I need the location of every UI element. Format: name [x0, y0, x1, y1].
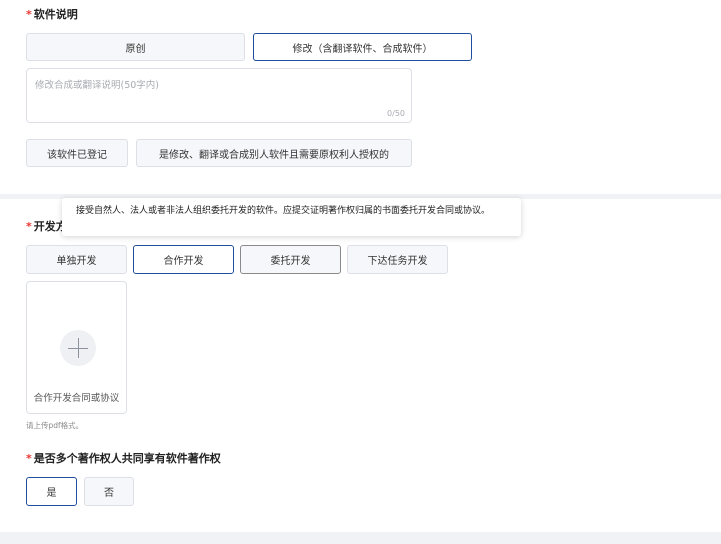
option-modified[interactable]: 修改（含翻译软件、合成软件） [253, 33, 472, 61]
shared-copyright-label: * 是否多个著作权人共同享有软件著作权 [26, 452, 221, 465]
required-mark: * [26, 452, 32, 465]
modification-description-textarea[interactable]: 修改合成或翻译说明(50字内) 0/50 [26, 68, 412, 123]
software-description-label: * 软件说明 [26, 8, 78, 21]
option-commissioned-development[interactable]: 委托开发 [240, 245, 341, 274]
required-mark: * [26, 8, 32, 21]
contract-upload-box[interactable]: 合作开发合同或协议 [26, 281, 127, 414]
development-method-label: * 开发方 [26, 220, 67, 233]
plus-icon[interactable] [60, 330, 96, 366]
commissioned-development-tooltip: 接受自然人、法人或者非法人组织委托开发的软件。应提交证明著作权归属的书面委托开发… [62, 198, 521, 236]
option-assigned-task-development[interactable]: 下达任务开发 [347, 245, 448, 274]
software-description-card: * 软件说明 原创 修改（含翻译软件、合成软件） 修改合成或翻译说明(50字内) … [0, 0, 721, 194]
option-no[interactable]: 否 [84, 477, 134, 506]
char-counter: 0/50 [387, 109, 405, 118]
option-yes[interactable]: 是 [26, 477, 77, 506]
option-cooperative-development[interactable]: 合作开发 [133, 245, 234, 274]
required-mark: * [26, 220, 32, 233]
option-independent-development[interactable]: 单独开发 [26, 245, 127, 274]
option-needs-authorization[interactable]: 是修改、翻译或合成别人软件且需要原权利人授权的 [136, 139, 412, 167]
upload-format-hint: 请上传pdf格式。 [26, 421, 84, 430]
textarea-placeholder: 修改合成或翻译说明(50字内) [35, 80, 160, 91]
option-original[interactable]: 原创 [26, 33, 245, 61]
option-already-registered[interactable]: 该软件已登记 [26, 139, 128, 167]
upload-caption: 合作开发合同或协议 [33, 393, 120, 404]
